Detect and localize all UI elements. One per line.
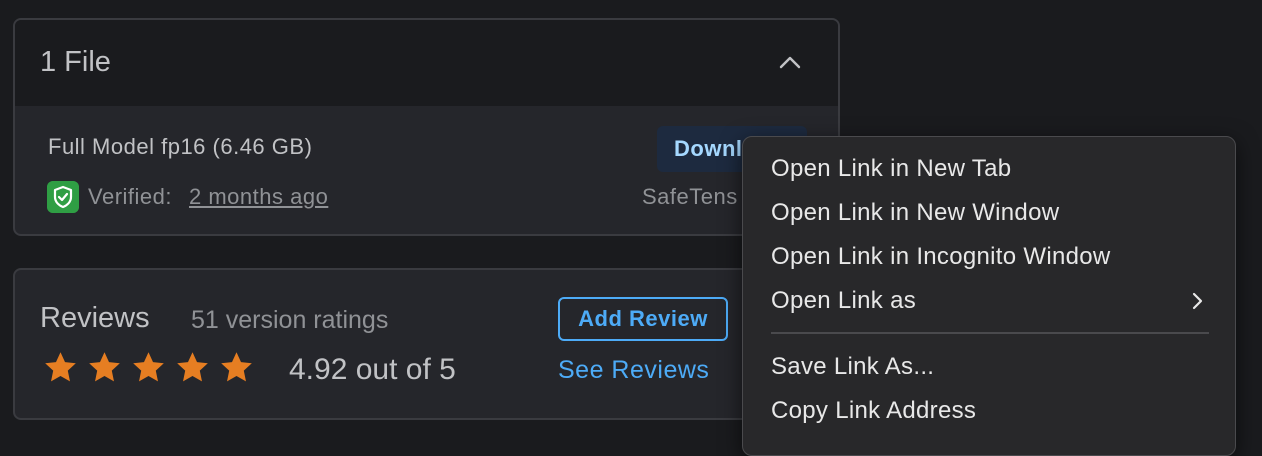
add-review-button[interactable]: Add Review [558,297,728,341]
menu-item-open-new-tab[interactable]: Open Link in New Tab [771,155,1011,183]
reviews-title: Reviews [40,302,150,334]
menu-item-copy-link-address[interactable]: Copy Link Address [771,397,976,425]
see-reviews-link[interactable]: See Reviews [558,356,709,385]
ratings-count: 51 version ratings [191,306,389,334]
menu-item-open-incognito[interactable]: Open Link in Incognito Window [771,243,1111,271]
menu-item-open-link-as[interactable]: Open Link as [771,287,916,315]
star-icon [89,352,120,382]
menu-item-save-link-as[interactable]: Save Link As... [771,353,934,381]
verified-label: Verified: [88,184,172,209]
chevron-right-icon [1192,292,1203,310]
star-icon [133,352,164,382]
files-header[interactable]: 1 File [15,20,838,106]
menu-item-open-new-window[interactable]: Open Link in New Window [771,199,1059,227]
verified-time-link[interactable]: 2 months ago [189,184,328,210]
context-menu: Open Link in New Tab Open Link in New Wi… [742,136,1236,456]
shield-check-icon [47,181,79,213]
star-icon [221,352,252,382]
star-icon [45,352,76,382]
file-format: SafeTens [642,184,738,209]
star-icon [177,352,208,382]
star-rating [43,350,254,385]
rating-text: 4.92 out of 5 [289,353,456,386]
files-panel: 1 File Full Model fp16 (6.46 GB) Downl V… [13,18,840,236]
file-name: Full Model fp16 (6.46 GB) [48,134,313,159]
download-button-label: Downl [674,136,743,161]
menu-separator [771,332,1209,334]
chevron-up-icon[interactable] [777,50,803,76]
add-review-label: Add Review [578,306,708,331]
reviews-panel: Reviews 51 version ratings 4.92 out of 5… [13,268,840,420]
files-title: 1 File [40,46,111,78]
